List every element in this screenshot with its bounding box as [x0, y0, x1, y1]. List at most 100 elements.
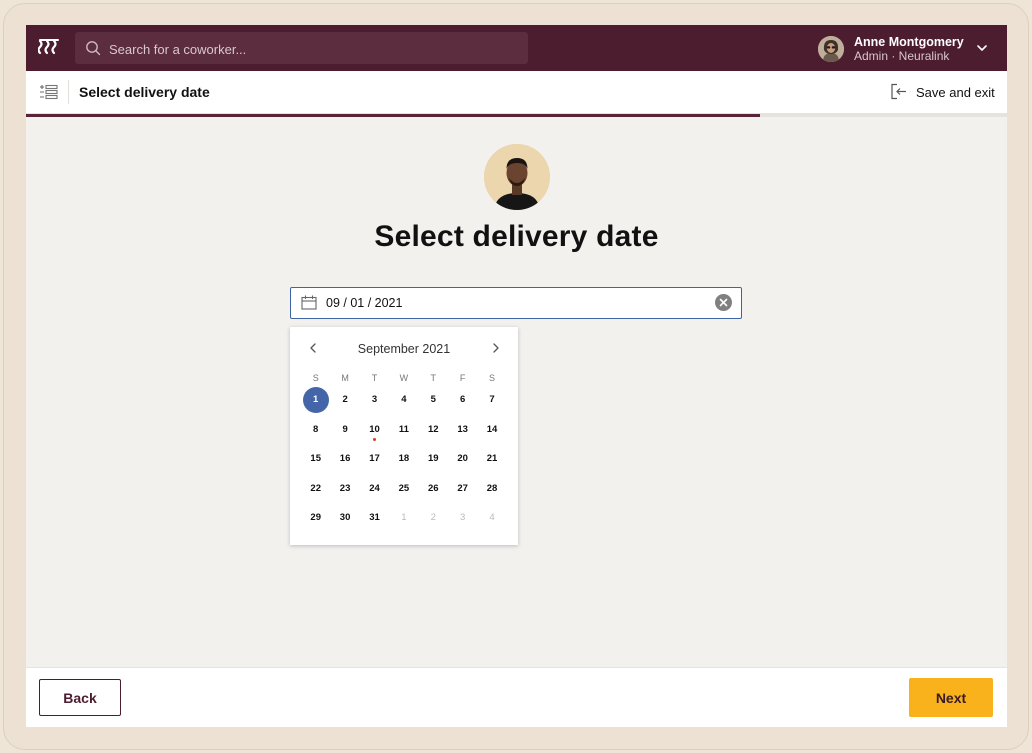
user-menu[interactable]: Anne Montgomery Admin · Neuralink: [816, 33, 996, 63]
avatar[interactable]: [818, 36, 844, 62]
calendar-day[interactable]: 7: [477, 389, 506, 419]
user-photo-icon: [818, 36, 844, 62]
calendar-day-number: 5: [430, 394, 436, 405]
calendar-day: 1: [389, 507, 418, 537]
weekday-header-row: SMTWTFS: [301, 371, 507, 389]
calendar-day[interactable]: 12: [419, 419, 448, 449]
calendar-day-number: 12: [427, 423, 439, 435]
calendar-day[interactable]: 11: [389, 419, 418, 449]
calendar-day[interactable]: 21: [477, 448, 506, 478]
search-box[interactable]: [75, 32, 528, 66]
calendar-week-row: 1 2 3 4 5 6 7: [301, 387, 507, 419]
calendar-day-number: 1: [313, 394, 319, 405]
calendar-day[interactable]: 16: [330, 448, 359, 478]
calendar-day[interactable]: 20: [448, 448, 477, 478]
calendar-icon: [301, 295, 317, 310]
page-title: Select delivery date: [79, 84, 210, 100]
exit-icon: [891, 83, 906, 100]
user-role: Admin · Neuralink: [854, 49, 950, 63]
calendar-day[interactable]: 17: [360, 448, 389, 478]
calendar-day[interactable]: 29: [301, 507, 330, 537]
calendar-day[interactable]: 23: [330, 478, 359, 508]
calendar-day-number: 16: [339, 453, 351, 464]
calendar-day[interactable]: 22: [301, 478, 330, 508]
calendar-day-number: 3: [371, 394, 378, 405]
steps-list-icon[interactable]: [39, 84, 59, 100]
page-header: Select delivery date Save and exit: [26, 71, 1007, 114]
weekday-label: S: [489, 373, 496, 383]
calendar-day-number: 22: [310, 482, 321, 494]
calendar-grid: S M T W T F S 1 2 3 4 5 6 7 8 9 10 11 12 13 14 15 16 17 18 19 20 21…: [301, 371, 507, 537]
weekday-label: W: [399, 373, 409, 383]
calendar-day[interactable]: 26: [419, 478, 448, 508]
calendar-day[interactable]: 31: [360, 507, 389, 537]
calendar-day[interactable]: 18: [389, 448, 418, 478]
main-heading: Select delivery date: [374, 220, 659, 253]
calendar-day[interactable]: 5: [419, 389, 448, 419]
calendar-day-number: 4: [489, 512, 495, 523]
calendar-day-number: 23: [339, 482, 351, 494]
calendar-week-row: 22 23 24 25 26 27 28: [301, 478, 507, 508]
date-value: 09 / 01 / 2021: [326, 296, 403, 310]
calendar-day-number: 9: [342, 423, 348, 435]
calendar-day-number: 28: [486, 482, 498, 494]
calendar-day[interactable]: 10: [360, 419, 389, 449]
calendar-week-row: 8 9 10 11 12 13 14: [301, 419, 507, 449]
calendar-day[interactable]: 28: [477, 478, 506, 508]
weekday-label: M: [341, 373, 349, 383]
calendar-day[interactable]: 13: [448, 419, 477, 449]
calendar-day[interactable]: 15: [301, 448, 330, 478]
progress-bar: [26, 114, 1007, 117]
calendar-day-number: 19: [427, 453, 439, 464]
calendar-day-number: 31: [369, 512, 380, 523]
calendar-day[interactable]: 14: [477, 419, 506, 449]
calendar-day-number: 20: [457, 453, 468, 464]
calendar-day-number: 4: [401, 394, 407, 405]
chevron-down-icon[interactable]: [976, 43, 988, 53]
next-button[interactable]: Next: [909, 678, 993, 717]
calendar-day[interactable]: 19: [419, 448, 448, 478]
calendar-day-number: 3: [460, 512, 466, 523]
calendar-day-number: 24: [369, 482, 380, 494]
next-month-icon[interactable]: [489, 341, 503, 355]
weekday-label: S: [312, 373, 319, 383]
calendar-day[interactable]: 2: [330, 389, 359, 419]
weekday-label: T: [430, 373, 437, 383]
calendar-day: 2: [419, 507, 448, 537]
brand-logo-icon[interactable]: [38, 37, 60, 57]
calendar-day-number: 17: [369, 453, 380, 464]
calendar-day[interactable]: 27: [448, 478, 477, 508]
calendar-day[interactable]: 8: [301, 419, 330, 449]
calendar-day-number: 14: [486, 423, 498, 435]
calendar-day[interactable]: 30: [330, 507, 359, 537]
calendar-day[interactable]: 6: [448, 389, 477, 419]
calendar-day-number: 7: [489, 394, 495, 405]
calendar-day-selected[interactable]: 1: [301, 387, 330, 419]
calendar-day[interactable]: 24: [360, 478, 389, 508]
calendar-day-number: 8: [313, 423, 319, 435]
calendar-day-number: 2: [430, 512, 436, 523]
calendar-day[interactable]: 25: [389, 478, 418, 508]
calendar-day: 3: [448, 507, 477, 537]
weekday-label: T: [371, 373, 378, 383]
calendar-day-number: 29: [310, 512, 321, 523]
event-marker-dot: [372, 437, 376, 441]
calendar-day-number: 1: [401, 512, 407, 523]
search-input[interactable]: [107, 32, 511, 66]
coworker-photo-icon: [484, 144, 550, 210]
calendar-month-label: September 2021: [357, 342, 451, 356]
back-button[interactable]: Back: [39, 679, 121, 716]
calendar-day-number: 6: [460, 394, 466, 405]
calendar-day[interactable]: 9: [330, 419, 359, 449]
top-bar: Anne Montgomery Admin · Neuralink: [26, 25, 1007, 71]
divider: [68, 80, 69, 104]
calendar-day[interactable]: 3: [360, 389, 389, 419]
clear-date-button[interactable]: [715, 294, 732, 311]
calendar-day[interactable]: 4: [389, 389, 418, 419]
save-and-exit-label: Save and exit: [916, 85, 995, 100]
calendar-day-number: 2: [342, 394, 348, 405]
weekday-label: F: [459, 373, 466, 383]
save-and-exit-button[interactable]: Save and exit: [890, 82, 1000, 102]
calendar-day-number: 21: [486, 453, 498, 464]
delivery-date-input[interactable]: 09 / 01 / 2021: [290, 287, 742, 319]
